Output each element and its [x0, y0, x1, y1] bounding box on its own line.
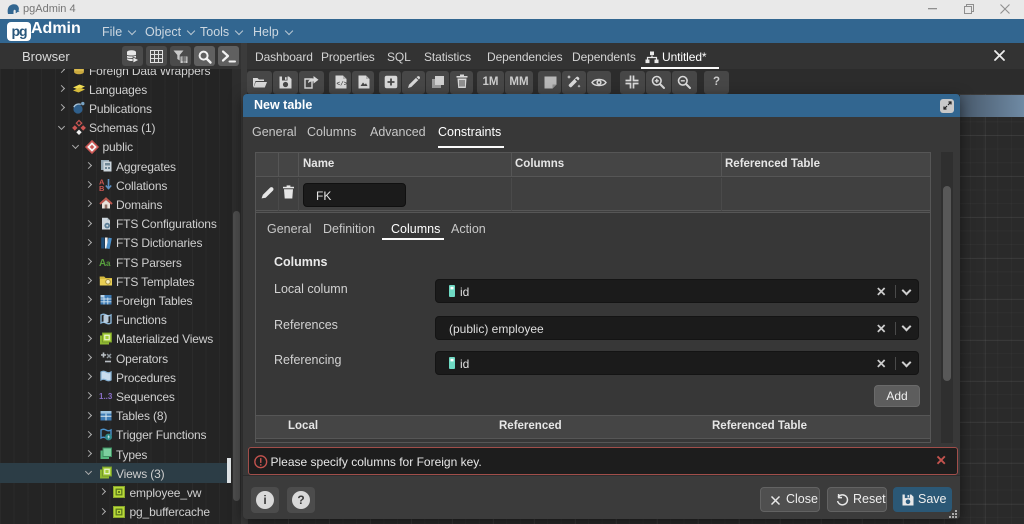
svg-text:a: a [106, 259, 111, 268]
svg-text:B: B [99, 184, 105, 193]
svg-text:1..3: 1..3 [99, 392, 113, 401]
svg-text:</>: </> [337, 80, 348, 87]
